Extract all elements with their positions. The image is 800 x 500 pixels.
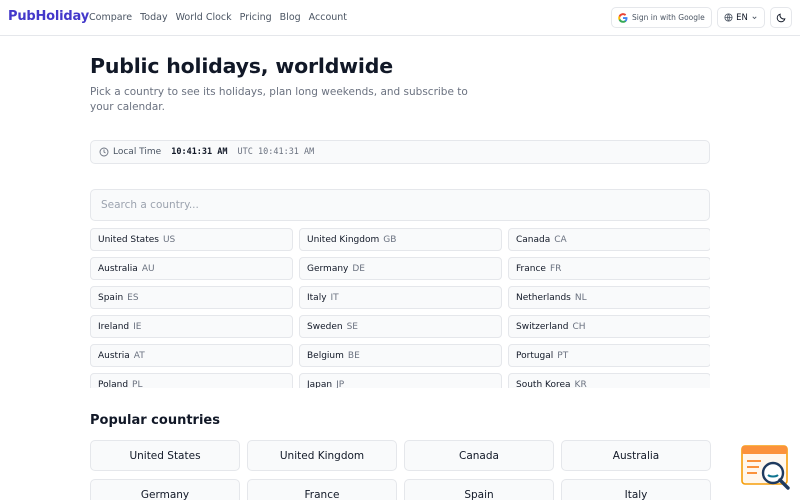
country-name: United States — [98, 234, 159, 245]
local-time-value: 10:41:31 AM — [171, 147, 228, 157]
country-item[interactable]: Belgium BE — [299, 344, 502, 367]
nav-compare[interactable]: Compare — [89, 12, 132, 23]
moon-icon — [776, 13, 785, 23]
top-header: PubHoliday Compare Today World Clock Pri… — [0, 0, 800, 36]
country-list[interactable]: United States US United Kingdom GB Canada CA A… — [90, 228, 710, 388]
country-name: United Kingdom — [307, 234, 380, 245]
brand-logo[interactable]: PubHoliday — [8, 9, 89, 24]
country-name: Netherlands — [516, 292, 571, 303]
country-item[interactable]: Ireland IE — [90, 315, 293, 338]
country-name: Spain — [98, 292, 124, 303]
country-name: Belgium — [307, 350, 344, 361]
country-code: SE — [346, 321, 358, 332]
google-icon — [618, 12, 628, 23]
country-search-input[interactable] — [90, 189, 710, 221]
popular-country-button[interactable]: Italy — [561, 479, 711, 500]
country-code: AU — [141, 263, 155, 274]
country-item[interactable]: Japan JP — [299, 373, 502, 388]
country-code: IT — [330, 292, 339, 303]
country-code: KR — [574, 379, 587, 389]
search-support-icon — [741, 445, 790, 490]
nav-pricing[interactable]: Pricing — [240, 12, 272, 23]
nav-account[interactable]: Account — [309, 12, 347, 23]
popular-country-button[interactable]: Canada — [404, 440, 554, 471]
country-name: Canada — [516, 234, 551, 245]
country-name: Ireland — [98, 321, 130, 332]
country-code: BE — [347, 350, 360, 361]
country-item[interactable]: Canada CA — [508, 228, 710, 251]
chevron-down-icon — [752, 16, 757, 20]
nav-blog[interactable]: Blog — [280, 12, 301, 23]
page-title: Public holidays, worldwide — [90, 54, 393, 78]
google-sign-in-button[interactable]: Sign in with Google — [611, 7, 712, 28]
country-item[interactable]: Italy IT — [299, 286, 502, 309]
country-item[interactable]: Poland PL — [90, 373, 293, 388]
language-code: EN — [736, 12, 748, 23]
globe-icon — [724, 13, 733, 22]
country-code: AT — [133, 350, 145, 361]
popular-country-button[interactable]: France — [247, 479, 397, 500]
theme-toggle-button[interactable] — [770, 7, 792, 28]
country-item[interactable]: Australia AU — [90, 257, 293, 280]
popular-country-button[interactable]: Spain — [404, 479, 554, 500]
country-code: US — [162, 234, 176, 245]
country-name: Australia — [98, 263, 138, 274]
popular-country-button[interactable]: United States — [90, 440, 240, 471]
popular-country-button[interactable]: United Kingdom — [247, 440, 397, 471]
country-name: Japan — [307, 379, 333, 389]
country-item[interactable]: Portugal PT — [508, 344, 710, 367]
country-item[interactable]: Austria AT — [90, 344, 293, 367]
country-name: Italy — [307, 292, 327, 303]
popular-countries-heading: Popular countries — [90, 413, 220, 428]
country-grid: United States US United Kingdom GB Canada CA A… — [90, 228, 710, 388]
country-code: PT — [557, 350, 569, 361]
utc-time-value: UTC 10:41:31 AM — [237, 147, 315, 157]
nav-world-clock[interactable]: World Clock — [176, 12, 232, 23]
country-item[interactable]: Netherlands NL — [508, 286, 710, 309]
local-time-label: Local Time — [113, 147, 162, 157]
country-name: South Korea — [516, 379, 571, 389]
country-item[interactable]: Spain ES — [90, 286, 293, 309]
country-code: IE — [133, 321, 142, 332]
page-subtitle: Pick a country to see its holidays, plan… — [90, 86, 468, 113]
country-name: Switzerland — [516, 321, 569, 332]
country-name: Poland — [98, 379, 129, 389]
popular-countries-grid: United States United Kingdom Canada Austral… — [90, 440, 711, 500]
country-name: Germany — [307, 263, 349, 274]
country-name: Sweden — [307, 321, 343, 332]
main-nav: Compare Today World Clock Pricing Blog A… — [89, 12, 355, 23]
country-code: JP — [336, 379, 345, 389]
country-name: Portugal — [516, 350, 554, 361]
popular-country-button[interactable]: Germany — [90, 479, 240, 500]
country-code: DE — [352, 263, 365, 274]
country-item[interactable]: South Korea KR — [508, 373, 710, 388]
country-item[interactable]: Switzerland CH — [508, 315, 710, 338]
google-sign-in-label: Sign in with Google — [632, 13, 705, 22]
country-code: CH — [572, 321, 586, 332]
popular-country-button[interactable]: Australia — [561, 440, 711, 471]
country-code: CA — [554, 234, 567, 245]
clock-icon — [99, 147, 109, 157]
country-item[interactable]: United Kingdom GB — [299, 228, 502, 251]
country-code: GB — [383, 234, 397, 245]
country-item[interactable]: United States US — [90, 228, 293, 251]
country-code: NL — [574, 292, 587, 303]
country-name: Austria — [98, 350, 130, 361]
support-widget-button[interactable] — [741, 445, 793, 491]
country-name: France — [516, 263, 546, 274]
local-time-bar: Local Time 10:41:31 AM UTC 10:41:31 AM — [90, 140, 710, 164]
country-item[interactable]: Sweden SE — [299, 315, 502, 338]
country-item[interactable]: France FR — [508, 257, 710, 280]
language-selector[interactable]: EN — [717, 7, 765, 28]
country-code: ES — [127, 292, 139, 303]
country-item[interactable]: Germany DE — [299, 257, 502, 280]
nav-today[interactable]: Today — [140, 12, 167, 23]
country-code: FR — [549, 263, 562, 274]
country-code: PL — [132, 379, 143, 389]
